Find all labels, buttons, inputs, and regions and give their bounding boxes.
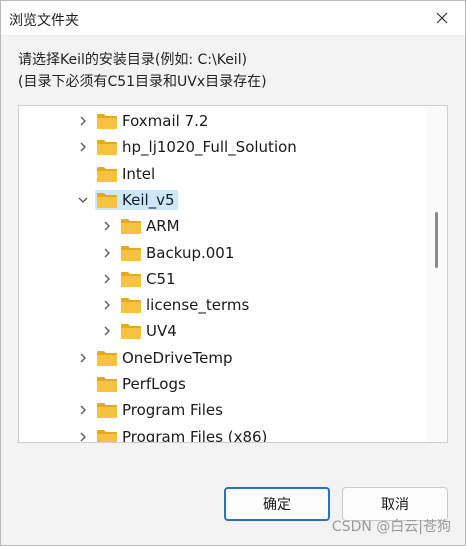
tree-item-label: Intel <box>122 164 156 183</box>
tree-item-content[interactable]: Program Files (x86) <box>95 427 270 443</box>
chevron-right-icon[interactable] <box>99 323 115 339</box>
tree-item[interactable]: UV4 <box>99 319 447 343</box>
title-bar: 浏览文件夹 <box>1 1 465 36</box>
tree-item-content[interactable]: UV4 <box>119 321 180 341</box>
folder-icon <box>96 138 118 156</box>
folder-icon <box>96 191 118 209</box>
window-title: 浏览文件夹 <box>9 13 79 29</box>
tree-item-content[interactable]: Intel <box>95 164 158 184</box>
close-button[interactable] <box>425 3 459 33</box>
chevron-right-icon[interactable] <box>75 139 91 155</box>
folder-icon <box>120 322 142 340</box>
tree-item[interactable]: Backup.001 <box>99 241 447 265</box>
folder-icon <box>96 165 118 183</box>
tree-item[interactable]: ARM <box>99 214 447 238</box>
tree-item-content[interactable]: C51 <box>119 269 179 289</box>
folder-icon <box>120 296 142 314</box>
cancel-button[interactable]: 取消 <box>342 487 448 521</box>
tree-item-content[interactable]: Program Files <box>95 400 226 420</box>
tree-item[interactable]: PerfLogs <box>75 372 447 396</box>
tree-item-label: OneDriveTemp <box>122 348 233 367</box>
chevron-right-icon[interactable] <box>75 350 91 366</box>
tree-item-label: Keil_v5 <box>122 190 175 209</box>
tree-item-content[interactable]: Keil_v5 <box>95 189 178 210</box>
ok-button[interactable]: 确定 <box>224 487 330 521</box>
folder-icon <box>120 270 142 288</box>
tree-item[interactable]: Program Files <box>75 398 447 422</box>
tree-item[interactable]: hp_lj1020_Full_Solution <box>75 135 447 159</box>
tree-item-content[interactable]: Backup.001 <box>119 243 237 263</box>
close-icon <box>436 12 448 24</box>
tree-item-label: ARM <box>146 217 180 236</box>
browse-folder-dialog: 浏览文件夹 请选择Keil的安装目录(例如: C:\Keil) (目录下必须有C… <box>0 0 466 546</box>
tree-item-content[interactable]: hp_lj1020_Full_Solution <box>95 137 300 157</box>
tree-item-label: Foxmail 7.2 <box>122 112 209 130</box>
folder-icon <box>96 375 118 393</box>
folder-icon <box>96 112 118 130</box>
instruction-line-2: (目录下必须有C51目录和UVx目录存在) <box>18 74 267 90</box>
tree-item-content[interactable]: ARM <box>119 216 183 236</box>
folder-icon <box>96 349 118 367</box>
chevron-right-icon[interactable] <box>75 429 91 442</box>
chevron-right-icon[interactable] <box>75 402 91 418</box>
tree-item-content[interactable]: OneDriveTemp <box>95 348 236 368</box>
tree-item[interactable]: Foxmail 7.2 <box>75 109 447 133</box>
tree-item-label: Program Files (x86) <box>122 427 268 443</box>
instructions: 请选择Keil的安装目录(例如: C:\Keil) (目录下必须有C51目录和U… <box>18 49 267 93</box>
tree-item-content[interactable]: license_terms <box>119 295 252 315</box>
chevron-right-icon[interactable] <box>99 245 115 261</box>
folder-icon <box>120 217 142 235</box>
tree-item-label: PerfLogs <box>122 375 186 393</box>
tree-item[interactable]: license_terms <box>99 293 447 317</box>
tree-item[interactable]: Keil_v5 <box>75 188 447 212</box>
tree-item-label: C51 <box>146 269 176 288</box>
folder-icon <box>120 244 142 262</box>
tree-item-content[interactable]: PerfLogs <box>95 374 189 394</box>
tree-item-label: hp_lj1020_Full_Solution <box>122 138 297 157</box>
folder-tree[interactable]: Foxmail 7.2 hp_lj1020_Full_Solution Intel K… <box>18 105 448 443</box>
chevron-right-icon[interactable] <box>75 113 91 129</box>
chevron-right-icon[interactable] <box>99 218 115 234</box>
tree-item-label: UV4 <box>146 322 177 341</box>
chevron-right-icon[interactable] <box>99 297 115 313</box>
tree-item[interactable]: Intel <box>75 162 447 186</box>
tree-item[interactable]: Program Files (x86) <box>75 425 447 443</box>
chevron-right-icon[interactable] <box>99 271 115 287</box>
tree-item-label: license_terms <box>146 296 250 315</box>
tree-item-label: Backup.001 <box>146 243 235 262</box>
folder-icon <box>96 428 118 442</box>
tree-item-label: Program Files <box>122 401 223 420</box>
folder-icon <box>96 401 118 419</box>
tree-item[interactable]: OneDriveTemp <box>75 346 447 370</box>
tree-item[interactable]: C51 <box>99 267 447 291</box>
chevron-down-icon[interactable] <box>75 192 91 208</box>
tree-item-content[interactable]: Foxmail 7.2 <box>95 111 211 131</box>
instruction-line-1: 请选择Keil的安装目录(例如: C:\Keil) <box>18 52 248 68</box>
